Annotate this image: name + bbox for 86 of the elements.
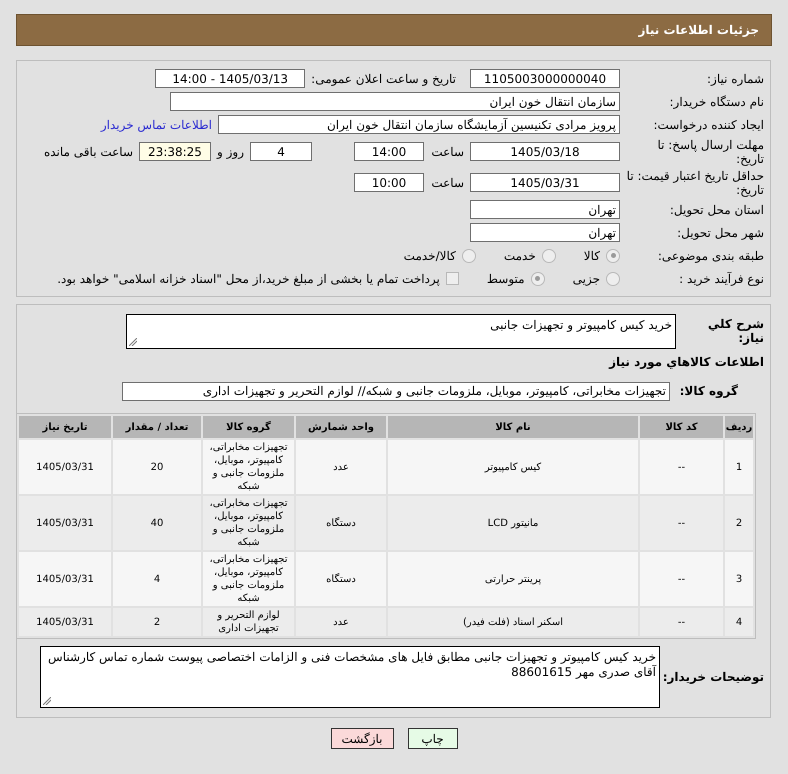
table-cell: تجهیزات مخابراتی، کامپیوتر، موبایل، ملزومات جانبی و شبکه xyxy=(203,440,294,494)
table-cell: 1405/03/31 xyxy=(19,552,111,606)
field-label: گروه کالا: xyxy=(678,384,738,398)
table-cell: تجهیزات مخابراتی، کامپیوتر، موبایل، ملزومات جانبی و شبکه xyxy=(203,496,294,550)
radio-label: خدمت xyxy=(504,248,536,262)
field-label: حداقل تاریخ اعتبار قیمت: تا تاریخ: xyxy=(626,168,764,196)
table-cell: 2 xyxy=(113,608,201,636)
column-header: واحد شمارش xyxy=(296,416,386,438)
radio-label: جزیی xyxy=(572,272,600,286)
date-field[interactable]: 1405/03/31 xyxy=(470,173,620,192)
radio-label: کالا xyxy=(584,248,600,262)
table-cell: 1405/03/31 xyxy=(19,608,111,636)
checkbox[interactable] xyxy=(446,272,459,285)
column-header: تاریخ نیاز xyxy=(19,416,111,438)
section-title: اطلاعات کالاهاي مورد نیاز xyxy=(608,355,764,369)
table-cell: لوازم التحریر و تجهیزات اداری xyxy=(203,608,294,636)
radio-button[interactable] xyxy=(462,248,476,262)
field-label: شماره نیاز: xyxy=(706,72,764,86)
page-header: جزئیات اطلاعات نیاز xyxy=(16,14,772,46)
field-label: ایجاد کننده درخواست: xyxy=(652,118,764,132)
table-cell: -- xyxy=(640,440,723,494)
column-header: کد کالا xyxy=(640,416,723,438)
table-cell: 3 xyxy=(725,552,753,606)
table-cell: 2 xyxy=(725,496,753,550)
table-cell: عدد xyxy=(296,440,386,494)
radio-label: متوسط xyxy=(486,272,525,286)
checkbox-label: پرداخت تمام یا بخشی از مبلغ خرید،از محل "اسناد خزانه اسلامی" خواهد بود. xyxy=(57,272,440,286)
column-header: گروه کالا xyxy=(203,416,294,438)
time-label: ساعت xyxy=(430,144,464,158)
table-cell: دستگاه xyxy=(296,496,386,550)
resize-grip-icon[interactable] xyxy=(43,697,51,705)
remaining-time-field: 23:38:25 xyxy=(139,142,211,161)
radio-button[interactable] xyxy=(606,272,620,286)
time-label: ساعت xyxy=(430,176,464,190)
field-label: شرح کلي نیاز: xyxy=(706,317,764,345)
table-cell: -- xyxy=(640,608,723,636)
print-button[interactable]: چاپ xyxy=(408,728,458,749)
column-header: ردیف xyxy=(725,416,753,438)
table-cell: 40 xyxy=(113,496,201,550)
buyer-org-field[interactable]: سازمان انتقال خون ایران xyxy=(170,92,620,111)
field-label: نام دستگاه خریدار: xyxy=(668,94,764,108)
table-cell: 20 xyxy=(113,440,201,494)
field-label: توضیحات خریدار: xyxy=(666,670,764,684)
field-label: طبقه بندی موضوعی: xyxy=(656,248,764,262)
table-cell: 1 xyxy=(725,440,753,494)
city-field[interactable]: تهران xyxy=(470,223,620,242)
field-label: تاریخ و ساعت اعلان عمومی: xyxy=(311,72,456,86)
date-field[interactable]: 1405/03/18 xyxy=(470,142,620,161)
field-label: شهر محل تحویل: xyxy=(676,226,764,240)
requester-field[interactable]: پرویز مرادی تکنیسین آزمایشگاه سازمان انتقال خون ایران xyxy=(218,115,620,134)
back-button[interactable]: بازگشت xyxy=(330,728,394,749)
table-cell: 1405/03/31 xyxy=(19,496,111,550)
days-field[interactable]: 4 xyxy=(250,142,312,161)
radio-button[interactable] xyxy=(606,248,620,262)
time-field[interactable]: 10:00 xyxy=(354,173,424,192)
days-label: روز و xyxy=(217,144,244,158)
table-cell: پرینتر حرارتی xyxy=(388,552,638,606)
table-cell: مانیتور LCD xyxy=(388,496,638,550)
table-cell: تجهیزات مخابراتی، کامپیوتر، موبایل، ملزومات جانبی و شبکه xyxy=(203,552,294,606)
table-cell: عدد xyxy=(296,608,386,636)
radio-button[interactable] xyxy=(530,272,545,286)
table-cell: کیس کامپیوتر xyxy=(388,440,638,494)
province-field[interactable]: تهران xyxy=(470,200,620,219)
goods-group-field[interactable]: تجهیزات مخابراتی، کامپیوتر، موبایل، ملزومات جانبی و شبکه// لوازم التحریر و تجهیزات اداری xyxy=(122,382,670,400)
need-number-field[interactable]: 1105003000000040 xyxy=(470,69,620,88)
description-field[interactable]: خرید کیس کامپیوتر و تجهیزات جانبی xyxy=(126,314,676,348)
table-cell: -- xyxy=(640,496,723,550)
table-cell: 4 xyxy=(113,552,201,606)
resize-grip-icon[interactable] xyxy=(129,338,137,346)
column-header: نام کالا xyxy=(388,416,638,438)
table-cell: دستگاه xyxy=(296,552,386,606)
remaining-label: ساعت باقی مانده xyxy=(44,144,133,158)
field-label: نوع فرآیند خرید : xyxy=(678,272,764,286)
field-label: مهلت ارسال پاسخ: تا تاریخ: xyxy=(656,138,764,166)
announce-date-field[interactable]: 1405/03/13 - 14:00 xyxy=(155,69,306,88)
column-header: تعداد / مقدار xyxy=(113,416,201,438)
table-cell: 4 xyxy=(725,608,753,636)
table-cell: 1405/03/31 xyxy=(19,440,111,494)
table-cell: -- xyxy=(640,552,723,606)
time-field[interactable]: 14:00 xyxy=(354,142,424,161)
buyer-notes-field[interactable]: خرید کیس کامپیوتر و تجهیزات جانبی مطابق فایل های مشخصات فنی و الزامات اختصاصی پیوست شماره تماس کارشناس آقای صدری مهر 88601615 xyxy=(40,646,660,708)
contact-link[interactable]: اطلاعات تماس خریدار xyxy=(100,118,212,132)
field-label: استان محل تحویل: xyxy=(668,202,764,216)
table-cell: اسکنر اسناد (فلت فیدر) xyxy=(388,608,638,636)
radio-label: کالا/خدمت xyxy=(404,248,456,262)
radio-button[interactable] xyxy=(542,248,556,262)
